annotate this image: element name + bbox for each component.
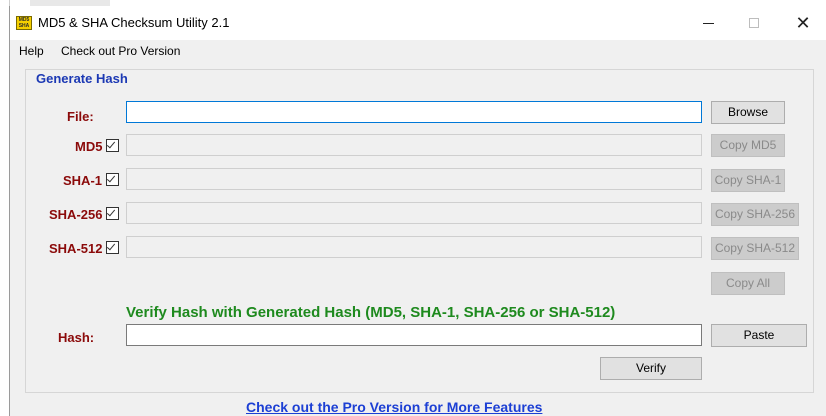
sha512-output-field[interactable]: [126, 236, 702, 258]
copy-sha1-button[interactable]: Copy SHA-1: [711, 169, 785, 192]
sha1-output-field[interactable]: [126, 168, 702, 190]
sha256-output-field[interactable]: [126, 202, 702, 224]
checkmark-icon: [106, 241, 116, 251]
hash-input[interactable]: [126, 324, 702, 346]
md5-checkbox[interactable]: [106, 139, 119, 152]
menu-bar: Help Check out Pro Version: [10, 40, 826, 62]
maximize-icon: [749, 18, 759, 28]
minimize-button[interactable]: [686, 6, 732, 40]
paste-button[interactable]: Paste: [711, 324, 807, 347]
minimize-icon: [703, 23, 714, 24]
app-icon: MD5 SHA: [16, 16, 32, 30]
copy-sha512-button[interactable]: Copy SHA-512: [711, 237, 799, 260]
menu-help[interactable]: Help: [19, 44, 44, 58]
browse-button[interactable]: Browse: [711, 101, 785, 124]
title-bar[interactable]: MD5 SHA MD5 & SHA Checksum Utility 2.1 ✕: [10, 6, 826, 40]
app-window: MD5 SHA MD5 & SHA Checksum Utility 2.1 ✕…: [9, 6, 826, 416]
close-button[interactable]: ✕: [780, 6, 826, 40]
verify-section-title: Verify Hash with Generated Hash (MD5, SH…: [126, 304, 616, 321]
hash-label: Hash:: [58, 330, 95, 345]
close-icon: ✕: [795, 13, 811, 33]
copy-sha256-button[interactable]: Copy SHA-256: [711, 203, 799, 226]
md5-output-field[interactable]: [126, 134, 702, 156]
maximize-button[interactable]: [732, 6, 778, 40]
menu-pro-version[interactable]: Check out Pro Version: [61, 44, 180, 58]
sha256-checkbox[interactable]: [106, 207, 119, 220]
pro-version-link[interactable]: Check out the Pro Version for More Featu…: [246, 399, 542, 415]
sha256-label: SHA-256: [49, 207, 103, 222]
sha512-label: SHA-512: [49, 241, 103, 256]
sha1-checkbox[interactable]: [106, 173, 119, 186]
file-path-input[interactable]: [126, 101, 702, 123]
window-title: MD5 & SHA Checksum Utility 2.1: [38, 15, 230, 30]
md5-label: MD5: [75, 139, 103, 154]
copy-all-button[interactable]: Copy All: [711, 272, 785, 295]
checkmark-icon: [106, 139, 116, 149]
copy-md5-button[interactable]: Copy MD5: [711, 134, 785, 157]
sha1-label: SHA-1: [63, 173, 103, 188]
file-label: File:: [67, 109, 94, 124]
checkmark-icon: [106, 173, 116, 183]
checkmark-icon: [106, 207, 116, 217]
sha512-checkbox[interactable]: [106, 241, 119, 254]
group-title: Generate Hash: [34, 71, 130, 86]
verify-button[interactable]: Verify: [600, 357, 702, 380]
